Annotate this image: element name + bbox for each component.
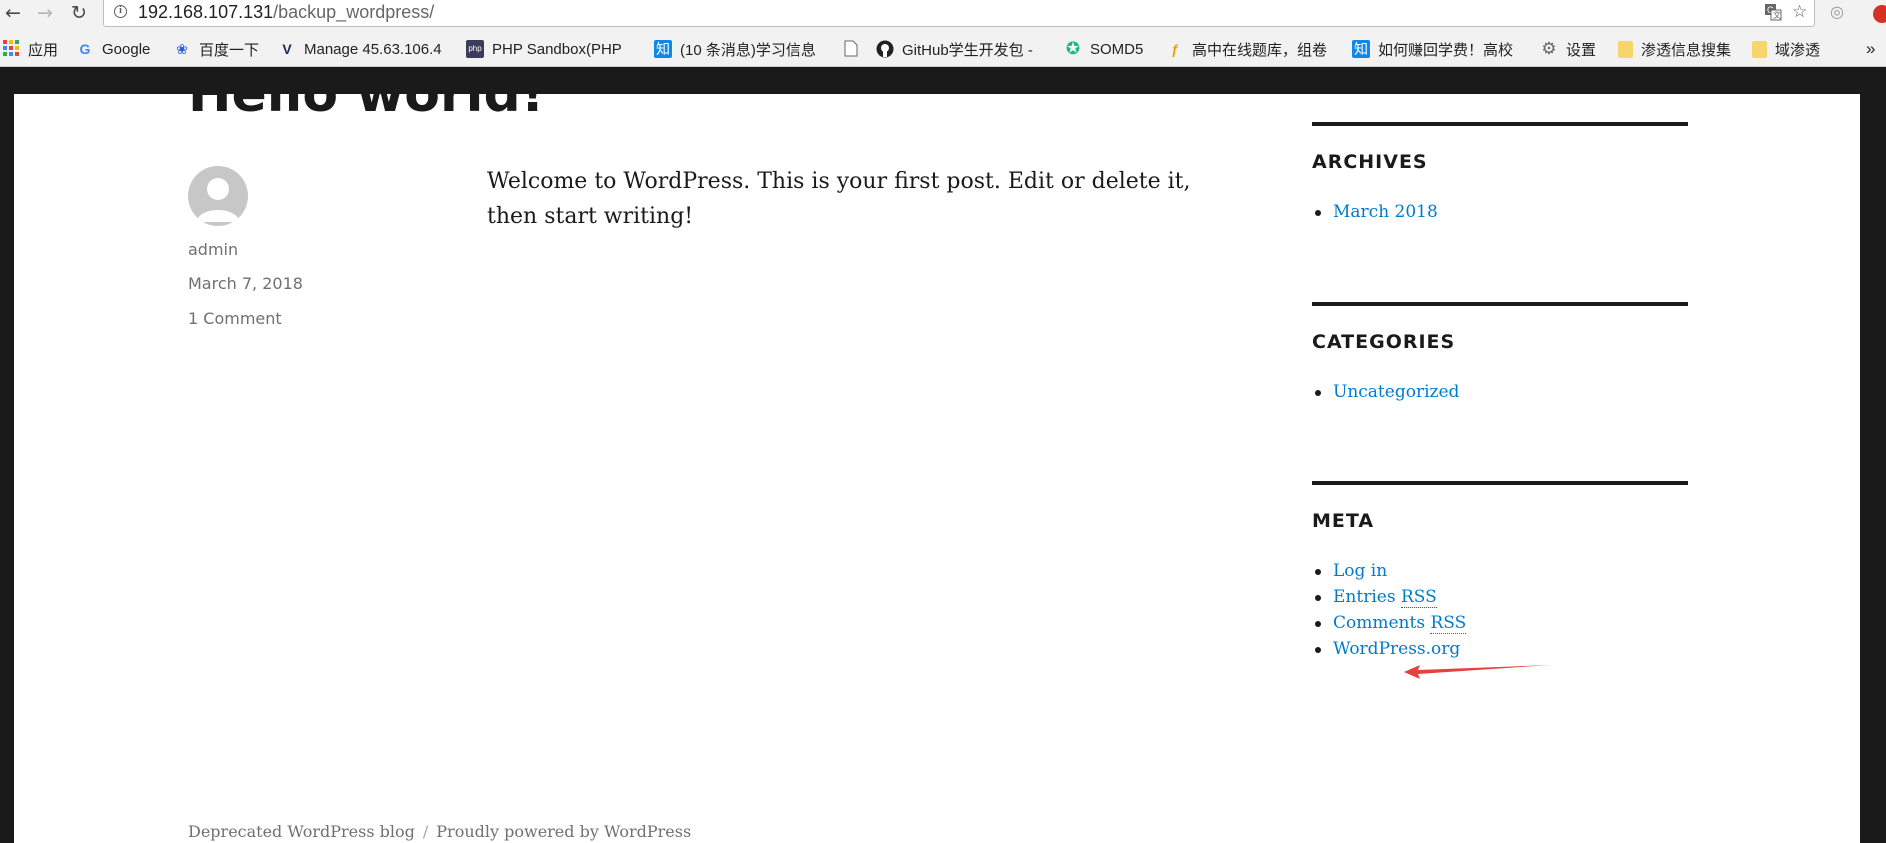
baidu-paw-icon: ❀ <box>176 41 188 57</box>
extension-icon[interactable]: ◎ <box>1830 2 1844 21</box>
post-comments-link[interactable]: 1 Comment <box>188 309 282 328</box>
info-icon[interactable]: i <box>114 5 127 18</box>
login-link[interactable]: Log in <box>1333 561 1387 581</box>
user-icon <box>196 178 240 222</box>
bookmark-label: 应用 <box>28 41 59 59</box>
rss-abbr: RSS <box>1430 613 1467 634</box>
navigation-bar: ← → ↻ i 192.168.107.131/backup_wordpress… <box>0 0 1886 28</box>
bookmark-vultr[interactable]: V Manage 45.63.106.4 <box>278 38 442 60</box>
url-text[interactable]: 192.168.107.131/backup_wordpress/ <box>138 2 434 23</box>
bookmark-label: 如何赚回学费！高校 <box>1378 41 1514 59</box>
bookmark-baidu[interactable]: ❀ 百度一下 <box>173 38 259 60</box>
bookmark-zhihu-1[interactable]: 知 (10 条消息)学习信息 <box>654 38 816 60</box>
bookmarks-bar: 应用 G Google ❀ 百度一下 V Manage 45.63.106.4 php… <box>0 34 1886 64</box>
translate-icon[interactable]: G文 <box>1764 3 1782 26</box>
bookmark-page[interactable] <box>842 38 868 60</box>
google-icon: G <box>79 41 91 57</box>
vultr-icon: V <box>282 41 292 57</box>
bookmarks-overflow-button[interactable]: » <box>1866 38 1875 60</box>
meta-widget: META Log in Entries RSS Comments RSS Wor… <box>1312 481 1688 662</box>
gear-icon: ⚙ <box>1541 39 1557 58</box>
rss-abbr: RSS <box>1400 587 1437 608</box>
bookmark-folder-domain[interactable]: 域渗透 <box>1752 38 1820 60</box>
annotation-arrow-icon <box>1402 662 1552 686</box>
footer-blog-link[interactable]: Deprecated WordPress blog <box>188 822 415 841</box>
bookmark-github[interactable]: GitHub学生开发包 - <box>876 38 1033 60</box>
folder-icon <box>1752 40 1767 58</box>
bookmark-label: Google <box>102 40 151 58</box>
bookmark-somd5[interactable]: ✪ SOMD5 <box>1064 38 1143 60</box>
folder-icon <box>1618 40 1633 58</box>
back-icon[interactable]: ← <box>0 0 26 26</box>
bookmark-label: 设置 <box>1566 41 1597 59</box>
bookmark-label: GitHub学生开发包 - <box>902 41 1033 59</box>
page-content: Hello world! admin March 7, 2018 1 Comme… <box>14 68 1860 843</box>
categories-title: CATEGORIES <box>1312 331 1456 353</box>
wordpress-org-link[interactable]: WordPress.org <box>1333 639 1460 659</box>
avatar <box>188 166 248 226</box>
footer-separator: / <box>422 822 429 841</box>
category-item: Uncategorized <box>1312 379 1688 405</box>
entries-label: Entries <box>1333 587 1396 607</box>
post-content: Welcome to WordPress. This is your first… <box>487 169 1191 229</box>
entries-rss-link[interactable]: Entries RSS <box>1333 587 1437 608</box>
archive-link[interactable]: March 2018 <box>1333 202 1438 222</box>
footer-powered-link[interactable]: Proudly powered by WordPress <box>436 822 691 841</box>
address-bar[interactable]: i 192.168.107.131/backup_wordpress/ G文 ☆ <box>103 0 1815 27</box>
somd5-icon: ✪ <box>1065 39 1081 58</box>
extension-badge-icon[interactable] <box>1873 5 1886 23</box>
bookmark-folder-recon[interactable]: 渗透信息搜集 <box>1618 38 1731 60</box>
bookmark-apps[interactable]: 应用 <box>2 38 58 60</box>
bookmark-label: 渗透信息搜集 <box>1641 41 1732 59</box>
bookmark-settings[interactable]: ⚙ 设置 <box>1540 38 1596 60</box>
bookmark-google[interactable]: G Google <box>76 38 151 60</box>
svg-text:文: 文 <box>1773 10 1781 20</box>
bookmark-zhihu-2[interactable]: 知如何赚回学费！高校 <box>1352 38 1513 60</box>
browser-chrome: ← → ↻ i 192.168.107.131/backup_wordpress… <box>0 0 1886 67</box>
post-date[interactable]: March 7, 2018 <box>188 274 303 293</box>
php-sandbox-icon: php <box>466 40 484 58</box>
bookmark-label: 域渗透 <box>1775 41 1821 59</box>
bookmark-tiku[interactable]: ƒ 高中在线题库，组卷 <box>1166 38 1327 60</box>
bookmark-label: SOMD5 <box>1090 40 1144 58</box>
zhihu-icon: 知 <box>1352 40 1370 58</box>
bookmark-icon: ƒ <box>1171 41 1179 57</box>
comments-label: Comments <box>1333 613 1426 633</box>
bookmark-php-sandbox[interactable]: php PHP Sandbox(PHP <box>466 38 622 60</box>
url-host: 192.168.107.131 <box>138 2 274 22</box>
meta-title: META <box>1312 510 1375 532</box>
bookmark-label: 百度一下 <box>199 41 260 59</box>
zhihu-icon: 知 <box>654 40 672 58</box>
reload-icon[interactable]: ↻ <box>66 0 92 26</box>
bookmark-label: (10 条消息)学习信息 <box>680 41 816 59</box>
github-icon <box>876 40 894 58</box>
bookmark-label: PHP Sandbox(PHP <box>492 40 622 58</box>
meta-item: Log in <box>1312 558 1688 584</box>
url-path: /backup_wordpress/ <box>273 2 435 22</box>
site-footer: Deprecated WordPress blog / Proudly powere… <box>188 822 691 841</box>
apps-grid-icon <box>2 40 20 58</box>
meta-item: Entries RSS <box>1312 584 1688 610</box>
comments-rss-link[interactable]: Comments RSS <box>1333 613 1467 634</box>
categories-widget: CATEGORIES Uncategorized <box>1312 302 1688 405</box>
meta-item: WordPress.org <box>1312 636 1688 662</box>
page-icon <box>842 40 860 58</box>
archives-title: ARCHIVES <box>1312 151 1428 173</box>
star-icon[interactable]: ☆ <box>1792 2 1807 22</box>
forward-icon[interactable]: → <box>32 0 58 26</box>
bookmark-label: 高中在线题库，组卷 <box>1192 41 1328 59</box>
bookmark-label: Manage 45.63.106.4 <box>304 40 442 58</box>
archive-item: March 2018 <box>1312 199 1688 225</box>
meta-item: Comments RSS <box>1312 610 1688 636</box>
category-link[interactable]: Uncategorized <box>1333 382 1459 402</box>
archives-widget: ARCHIVES March 2018 <box>1312 122 1688 225</box>
post-title[interactable]: Hello world! <box>188 68 544 120</box>
post-author[interactable]: admin <box>188 240 238 259</box>
